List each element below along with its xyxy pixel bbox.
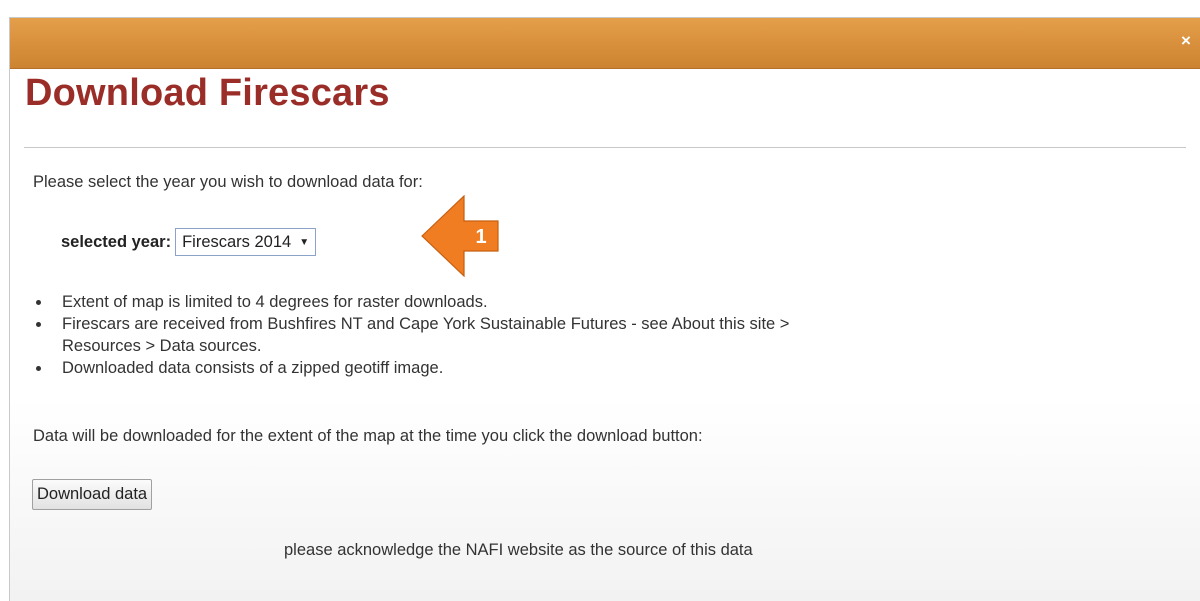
extent-text: Data will be downloaded for the extent o… — [33, 427, 703, 445]
list-item: Downloaded data consists of a zipped geo… — [33, 357, 1133, 379]
list-item: Firescars are received from Bushfires NT… — [33, 313, 1133, 357]
close-icon[interactable]: × — [1178, 32, 1194, 49]
callout-number: 1 — [475, 226, 486, 248]
chevron-down-icon: ▼ — [299, 236, 310, 248]
page-title: Download Firescars — [25, 72, 390, 114]
year-selector-row: selected year: Firescars 2014 ▼ — [61, 228, 317, 256]
dialog-titlebar[interactable]: × — [10, 18, 1200, 69]
bullet-icon — [36, 322, 41, 327]
year-select[interactable]: Firescars 2014 ▼ — [175, 228, 317, 256]
bullet-icon — [36, 366, 41, 371]
bullet-icon — [36, 300, 41, 305]
download-data-button[interactable]: Download data — [32, 479, 153, 510]
list-item: Extent of map is limited to 4 degrees fo… — [33, 291, 1133, 313]
acknowledgement-text: please acknowledge the NAFI website as t… — [284, 541, 753, 559]
year-select-value: Firescars 2014 — [182, 232, 292, 251]
instruction-text: Please select the year you wish to downl… — [33, 173, 423, 191]
callout-arrow-icon: 1 — [421, 195, 499, 277]
title-divider — [24, 147, 1186, 148]
year-label: selected year: — [61, 232, 172, 251]
notes-list: Extent of map is limited to 4 degrees fo… — [33, 291, 1133, 379]
